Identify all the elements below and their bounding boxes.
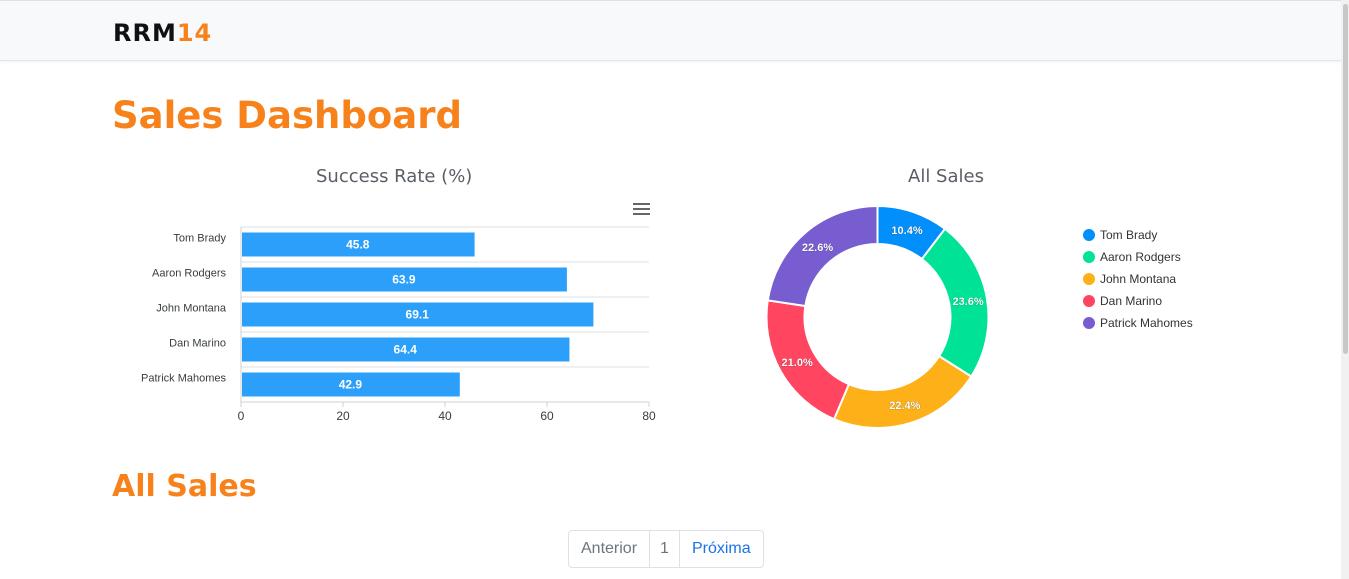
- slice-data-label: 10.4%: [891, 225, 922, 237]
- chart-menu-icon[interactable]: [633, 203, 650, 217]
- legend-label: Patrick Mahomes: [1100, 316, 1193, 330]
- bar-chart-title: Success Rate (%): [316, 166, 473, 187]
- legend-item[interactable]: Patrick Mahomes: [1083, 312, 1193, 334]
- next-page-button[interactable]: Próxima: [680, 531, 763, 567]
- brand-logo[interactable]: RRM14: [113, 18, 212, 48]
- success-rate-bar-chart: 45.8 Tom Brady 63.9 Aaron Rodgers 69.1 John M…: [141, 226, 656, 423]
- bar-data-label: 45.8: [346, 238, 370, 252]
- page-title: Sales Dashboard: [112, 94, 462, 137]
- navbar: RRM14: [0, 0, 1349, 61]
- legend-item[interactable]: Aaron Rodgers: [1083, 246, 1193, 268]
- donut-slice: [832, 354, 973, 429]
- legend-item[interactable]: John Montana: [1083, 268, 1193, 290]
- x-tick-label: 40: [438, 409, 452, 423]
- category-label: Aaron Rodgers: [152, 268, 226, 280]
- x-tick-label: 0: [238, 409, 245, 423]
- all-sales-donut-chart: 10.4% 23.6% 22.4% 21.0% 22.6%: [765, 204, 990, 429]
- category-label: John Montana: [156, 303, 227, 315]
- scrollbar[interactable]: [1341, 0, 1349, 579]
- bar-data-label: 63.9: [392, 273, 416, 287]
- x-tick-label: 60: [540, 409, 554, 423]
- slice-data-label: 22.4%: [889, 400, 920, 412]
- section-title: All Sales: [112, 469, 257, 504]
- donut-slice: [766, 204, 879, 308]
- x-tick-label: 80: [642, 409, 656, 423]
- legend-item[interactable]: Tom Brady: [1083, 224, 1193, 246]
- legend-marker: [1083, 229, 1095, 241]
- donut-chart-title: All Sales: [908, 166, 984, 187]
- bar-data-label: 64.4: [394, 343, 418, 357]
- legend-marker: [1083, 273, 1095, 285]
- page-1-button[interactable]: 1: [650, 531, 680, 567]
- legend-marker: [1083, 251, 1095, 263]
- legend-label: Tom Brady: [1100, 228, 1158, 242]
- category-label: Dan Marino: [169, 338, 226, 350]
- slice-data-label: 23.6%: [952, 296, 983, 308]
- pagination: Anterior 1 Próxima: [568, 530, 764, 568]
- bar-data-label: 69.1: [406, 308, 430, 322]
- legend-marker: [1083, 317, 1095, 329]
- legend-label: Dan Marino: [1100, 294, 1163, 308]
- legend-label: Aaron Rodgers: [1100, 250, 1181, 264]
- brand-number: 14: [176, 19, 213, 47]
- donut-chart-legend: Tom Brady Aaron Rodgers John Montana Dan Ma…: [1083, 224, 1193, 334]
- category-label: Patrick Mahomes: [141, 373, 226, 385]
- legend-label: John Montana: [1100, 272, 1177, 286]
- slice-data-label: 22.6%: [802, 242, 833, 254]
- x-tick-label: 20: [336, 409, 350, 423]
- bar-data-label: 42.9: [339, 378, 363, 392]
- category-label: Tom Brady: [173, 233, 226, 245]
- previous-page-button[interactable]: Anterior: [569, 531, 651, 567]
- legend-marker: [1083, 295, 1095, 307]
- brand-text: RRM: [113, 19, 177, 47]
- legend-item[interactable]: Dan Marino: [1083, 290, 1193, 312]
- scrollbar-thumb[interactable]: [1343, 4, 1348, 354]
- slice-data-label: 21.0%: [782, 357, 813, 369]
